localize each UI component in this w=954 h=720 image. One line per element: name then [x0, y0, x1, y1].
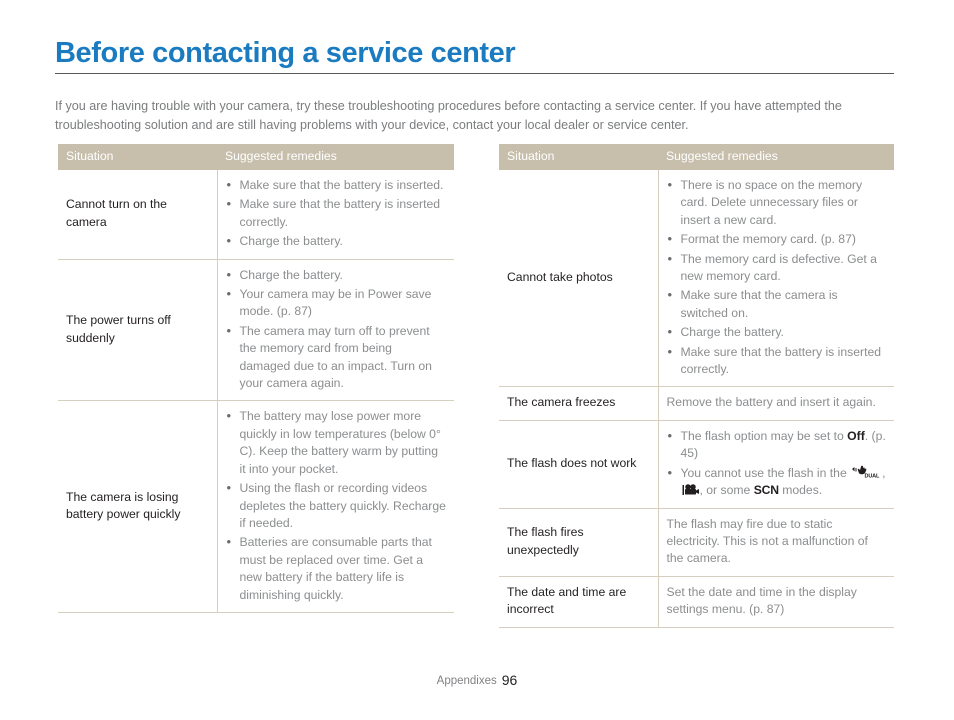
list-item: The camera may turn off to prevent the m…: [226, 322, 447, 393]
list-item: Make sure that the battery is inserted c…: [226, 195, 447, 231]
situation-cell: The power turns off suddenly: [58, 259, 218, 402]
remedies-cell: The flash option may be set to Off. (p. …: [658, 420, 894, 509]
list-item: Make sure that the camera is switched on…: [667, 286, 887, 322]
table-header-row: Situation Suggested remedies: [499, 144, 894, 170]
situation-cell: Cannot turn on the camera: [58, 170, 218, 260]
footer-section-label: Appendixes: [436, 675, 497, 687]
left-table-column: Situation Suggested remedies Cannot turn…: [58, 144, 454, 613]
remedy-list: There is no space on the memory card. De…: [667, 176, 887, 379]
table-row: The camera is losing battery power quick…: [58, 400, 454, 613]
column-header-remedies: Suggested remedies: [217, 144, 454, 170]
list-item: There is no space on the memory card. De…: [667, 176, 887, 229]
document-page: Before contacting a service center If yo…: [0, 0, 954, 720]
remedy-text: Set the date and time in the display set…: [666, 584, 857, 617]
table-row: Cannot turn on the camera Make sure that…: [58, 170, 454, 260]
troubleshooting-table-right: Situation Suggested remedies Cannot take…: [499, 144, 894, 628]
list-item: Your camera may be in Power save mode. (…: [226, 285, 447, 321]
remedies-cell: There is no space on the memory card. De…: [658, 170, 894, 388]
remedy-text-part: ,: [882, 465, 886, 480]
movie-camera-icon: [682, 483, 699, 496]
remedies-cell: Set the date and time in the display set…: [658, 576, 894, 628]
column-header-remedies: Suggested remedies: [658, 144, 894, 170]
list-item: The flash option may be set to Off. (p. …: [667, 427, 887, 463]
list-item: Make sure that the battery is inserted c…: [667, 343, 887, 379]
table-row: The date and time are incorrect Set the …: [499, 576, 894, 628]
table-row: The flash fires unexpectedly The flash m…: [499, 508, 894, 577]
remedy-list: Charge the battery. Your camera may be i…: [226, 266, 447, 393]
right-table-column: Situation Suggested remedies Cannot take…: [499, 144, 894, 628]
title-block: Before contacting a service center: [55, 36, 894, 74]
table-row: The power turns off suddenly Charge the …: [58, 259, 454, 402]
remedy-text-part: The flash option may be set to: [680, 428, 848, 443]
remedy-list: The battery may lose power more quickly …: [226, 407, 447, 604]
remedy-list: The flash option may be set to Off. (p. …: [667, 427, 887, 500]
remedy-text-part: modes.: [778, 483, 823, 498]
scn-mode-label: SCN: [753, 483, 779, 498]
remedies-cell: Make sure that the battery is inserted. …: [217, 170, 454, 260]
situation-cell: Cannot take photos: [499, 170, 659, 388]
page-title: Before contacting a service center: [55, 37, 516, 69]
situation-cell: The date and time are incorrect: [499, 576, 659, 628]
situation-cell: The flash does not work: [499, 420, 659, 509]
remedy-list: Make sure that the battery is inserted. …: [226, 176, 447, 251]
intro-paragraph: If you are having trouble with your came…: [55, 98, 842, 133]
list-item: Using the flash or recording videos depl…: [226, 479, 447, 532]
flash-off-label: Off: [847, 428, 865, 443]
svg-text:DUAL: DUAL: [865, 473, 880, 479]
list-item: The battery may lose power more quickly …: [226, 407, 447, 478]
remedies-cell: The battery may lose power more quickly …: [217, 400, 454, 613]
remedy-text: Remove the battery and insert it again.: [666, 395, 876, 410]
list-item: Charge the battery.: [667, 323, 887, 341]
column-header-situation: Situation: [58, 144, 217, 170]
situation-cell: The camera is losing battery power quick…: [58, 400, 218, 613]
remedies-cell: Remove the battery and insert it again.: [658, 386, 894, 421]
list-item: Charge the battery.: [226, 266, 447, 284]
situation-cell: The camera freezes: [499, 386, 659, 421]
table-header-row: Situation Suggested remedies: [58, 144, 454, 170]
remedy-text: The flash may fire due to static electri…: [666, 516, 868, 566]
remedies-cell: Charge the battery. Your camera may be i…: [217, 259, 454, 402]
page-number: 96: [501, 672, 518, 688]
situation-cell: The flash fires unexpectedly: [499, 508, 659, 577]
list-item: Batteries are consumable parts that must…: [226, 533, 447, 604]
list-item: The memory card is defective. Get a new …: [667, 250, 887, 286]
remedy-text-part: , or some: [699, 483, 754, 498]
table-row: Cannot take photos There is no space on …: [499, 170, 894, 388]
troubleshooting-table-left: Situation Suggested remedies Cannot turn…: [58, 144, 454, 613]
table-row: The camera freezes Remove the battery an…: [499, 386, 894, 421]
list-item: Make sure that the battery is inserted.: [226, 176, 447, 194]
remedy-text-part: You cannot use the flash in the: [680, 465, 851, 480]
list-item: You cannot use the flash in the DUAL, , …: [667, 464, 887, 500]
dual-is-icon: DUAL: [851, 465, 881, 479]
remedies-cell: The flash may fire due to static electri…: [658, 508, 894, 577]
list-item: Format the memory card. (p. 87): [667, 230, 887, 248]
title-divider: [55, 73, 894, 74]
list-item: Charge the battery.: [226, 232, 447, 250]
table-row: The flash does not work The flash option…: [499, 420, 894, 509]
column-header-situation: Situation: [499, 144, 658, 170]
page-footer: Appendixes 96: [0, 672, 954, 688]
